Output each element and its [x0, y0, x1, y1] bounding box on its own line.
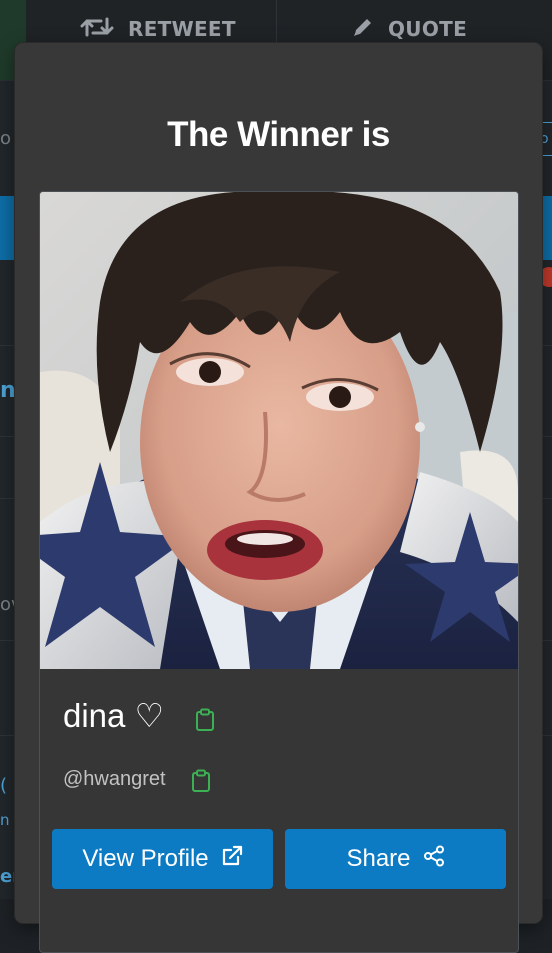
winner-handle: @hwangret [63, 768, 166, 791]
winner-profile-photo [40, 192, 518, 669]
share-label: Share [346, 845, 410, 873]
retweet-icon [80, 14, 114, 45]
view-profile-label: View Profile [82, 845, 208, 873]
winner-card: dina ♡ @hwangret View Profile [39, 191, 519, 953]
share-icon [423, 845, 445, 874]
view-profile-button[interactable]: View Profile [52, 829, 273, 889]
quote-tab-label: QUOTE [388, 17, 467, 41]
clipboard-icon[interactable] [191, 769, 211, 797]
external-link-icon [221, 845, 243, 874]
share-button[interactable]: Share [285, 829, 506, 889]
modal-title: The Winner is [15, 115, 542, 155]
background-edge-text: n [0, 378, 16, 403]
pencil-icon [352, 16, 374, 43]
retweet-tab-label: RETWEET [128, 17, 236, 41]
winner-name: dina ♡ [63, 696, 164, 735]
background-edge-text: ( [0, 775, 7, 796]
clipboard-icon[interactable] [195, 708, 215, 736]
winner-modal: The Winner is [15, 43, 542, 923]
